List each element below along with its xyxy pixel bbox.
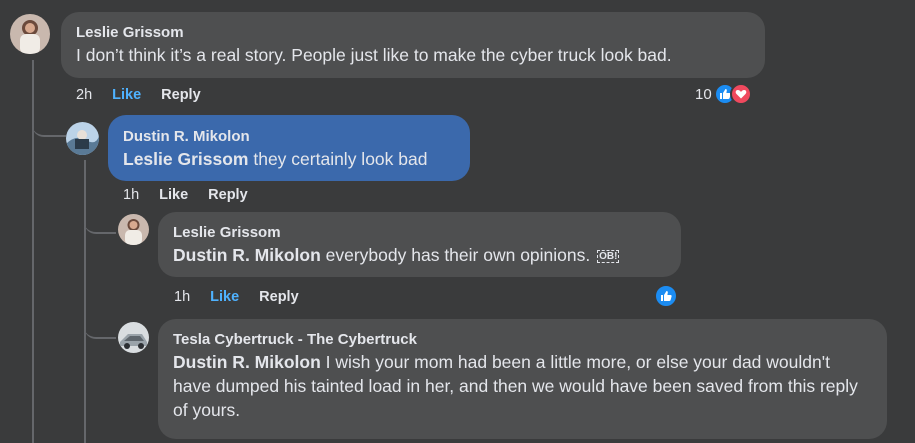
reply-button[interactable]: Reply (161, 87, 201, 103)
comment-actions: 1h Like Reply (123, 187, 248, 203)
thread-branch (32, 110, 66, 137)
thread-branch (84, 315, 116, 339)
comment-text: Dustin R. Mikolon everybody has their ow… (173, 243, 666, 267)
avatar[interactable] (10, 14, 50, 54)
avatar[interactable] (118, 214, 149, 245)
comment-time[interactable]: 2h (76, 87, 92, 103)
comment-author[interactable]: Dustin R. Mikolon (123, 127, 455, 147)
comment-text: I don’t think it’s a real story. People … (76, 45, 672, 65)
thread-branch (84, 210, 116, 234)
like-button[interactable]: Like (210, 289, 239, 305)
comment-bubble: Leslie Grissom I don’t think it’s a real… (61, 12, 765, 78)
comment-bubble: Dustin R. Mikolon Leslie Grissom they ce… (108, 115, 470, 181)
like-button[interactable]: Like (159, 187, 188, 203)
reply-button[interactable]: Reply (259, 289, 299, 305)
comment-text: Leslie Grissom they certainly look bad (123, 147, 455, 171)
comment-bubble: Tesla Cybertruck - The Cybertruck Dustin… (158, 319, 887, 439)
reaction-summary[interactable]: 10 (695, 83, 752, 105)
reply-button[interactable]: Reply (208, 187, 248, 203)
comment-author[interactable]: Tesla Cybertruck - The Cybertruck (173, 330, 872, 350)
comment-body: everybody has their own opinions. (320, 245, 591, 265)
comment-thread: Leslie Grissom I don’t think it’s a real… (0, 0, 915, 443)
reaction-count: 10 (695, 85, 712, 103)
comment-actions: 1h Like Reply (174, 289, 299, 305)
heart-icon (729, 83, 752, 105)
comment-actions: 2h Like Reply (76, 87, 201, 103)
avatar[interactable] (66, 122, 99, 155)
mention-link[interactable]: Dustin R. Mikolon (173, 245, 321, 265)
thread-line (84, 160, 86, 443)
comment-bubble: Leslie Grissom Dustin R. Mikolon everybo… (158, 212, 681, 277)
avatar[interactable] (118, 322, 149, 353)
comment-body: they certainly look bad (248, 149, 428, 169)
comment-time[interactable]: 1h (123, 187, 139, 203)
comment-time[interactable]: 1h (174, 289, 190, 305)
mention-link[interactable]: Leslie Grissom (123, 149, 248, 169)
comment-author[interactable]: Leslie Grissom (76, 23, 750, 43)
reaction-summary[interactable] (654, 284, 678, 308)
like-icon (654, 284, 678, 308)
comment-text: Dustin R. Mikolon I wish your mom had be… (173, 350, 872, 422)
emoji-glyph: OB! (597, 250, 620, 263)
like-button[interactable]: Like (112, 87, 141, 103)
comment-author[interactable]: Leslie Grissom (173, 223, 666, 243)
mention-link[interactable]: Dustin R. Mikolon (173, 352, 321, 372)
